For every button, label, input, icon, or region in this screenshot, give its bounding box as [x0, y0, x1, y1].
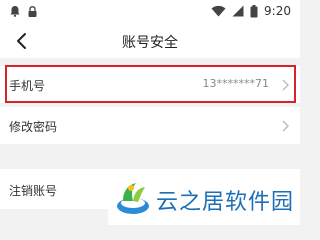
phone-number-value: 13*******71: [202, 77, 270, 90]
wifi-icon: [211, 5, 226, 17]
cancel-account-label: 注销账号: [9, 184, 58, 198]
watermark: 云之居软件园: [108, 173, 300, 225]
status-time: 9:20: [264, 4, 291, 18]
change-password-label: 修改密码: [9, 120, 58, 134]
notification-icon: [10, 6, 20, 17]
page-title: 账号安全: [122, 35, 178, 51]
watermark-text: 云之居软件园: [156, 190, 295, 215]
change-password-row[interactable]: 修改密码: [0, 107, 300, 144]
phone-number-label: 手机号: [9, 79, 46, 93]
lock-icon: [28, 5, 37, 17]
app-header: 账号安全: [0, 24, 300, 58]
chevron-right-icon: [282, 79, 289, 91]
phone-number-row[interactable]: 手机号 13*******71: [0, 66, 300, 103]
battery-icon: [250, 4, 258, 17]
chevron-right-icon: [282, 120, 289, 132]
signal-icon: [232, 5, 244, 17]
watermark-logo-icon: [117, 183, 149, 214]
status-bar: 9:20: [0, 0, 300, 24]
